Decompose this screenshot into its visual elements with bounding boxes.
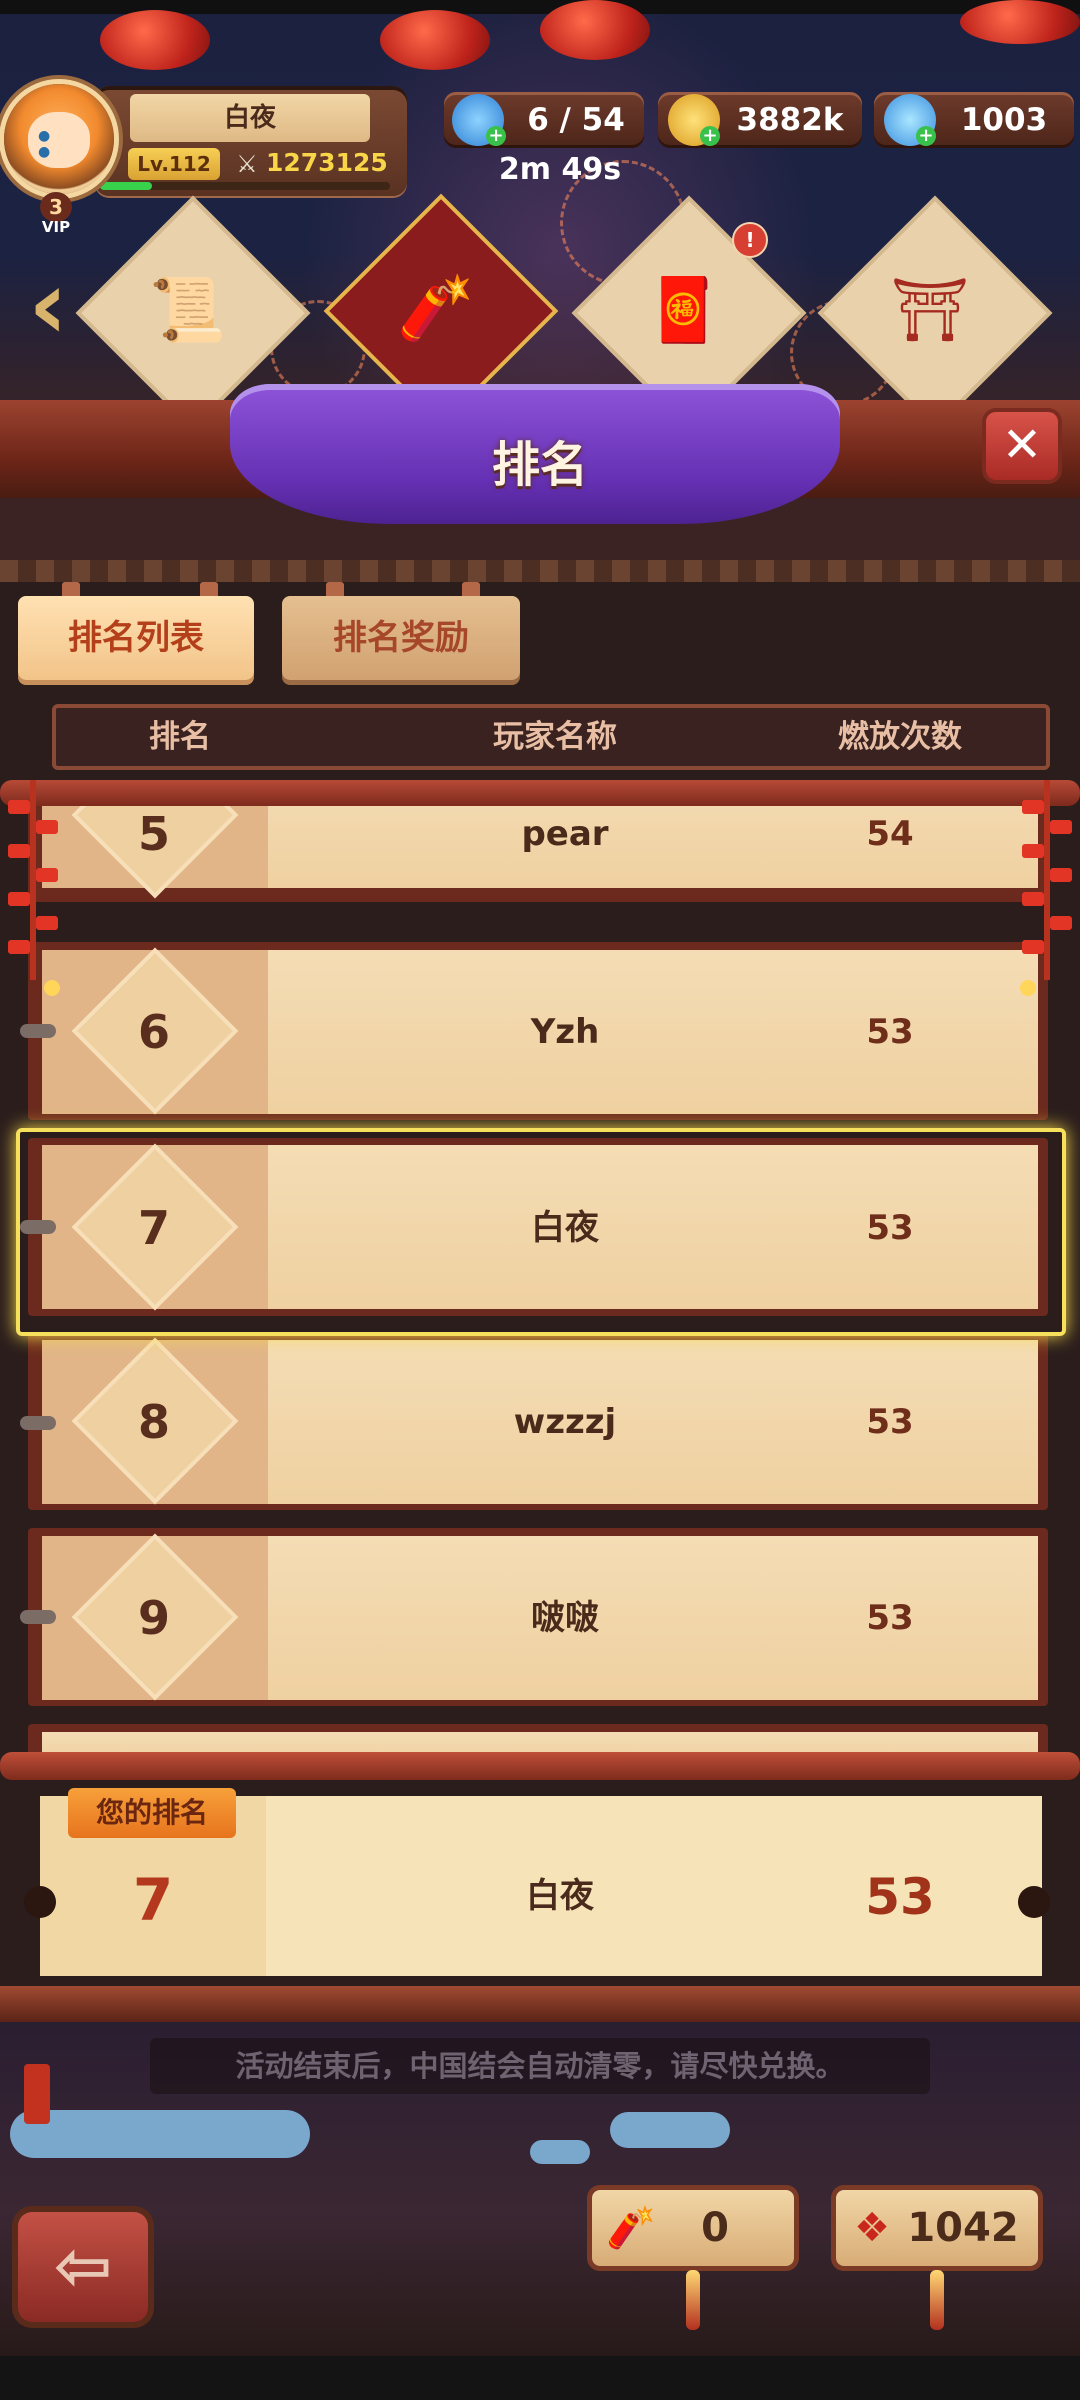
my-rank-number: 7 [132, 1866, 174, 1934]
player-level: Lv.112 [128, 148, 220, 180]
scroll-handle-left [24, 1886, 56, 1918]
xp-bar-fill [100, 182, 152, 190]
row-player-name: pear [521, 814, 609, 854]
my-player-name: 白夜 [526, 1876, 594, 1916]
crossed-swords-icon: ⚔ [236, 150, 258, 178]
row-hook [20, 1024, 56, 1038]
tab-ranking-rewards[interactable]: 排名奖励 [282, 596, 520, 680]
rank-number: 5 [137, 807, 170, 861]
event-notice: 活动结束后，中国结会自动清零，请尽快兑换。 [150, 2038, 930, 2094]
row-count: 54 [866, 814, 914, 854]
footer-rope [0, 1986, 1080, 2022]
header-launch-count: 燃放次数 [838, 719, 962, 755]
snow-decoration [610, 2112, 730, 2148]
firecracker-string-icon [1020, 780, 1072, 996]
chinese-knot-icon: ❖ [854, 2205, 890, 2251]
header-player-name: 玩家名称 [493, 719, 617, 755]
row-player-name: Yzh [530, 1012, 600, 1052]
selected-row-highlight [16, 1128, 1066, 1336]
add-stars-icon[interactable]: + [486, 126, 506, 146]
gems-value: 1003 [960, 102, 1048, 138]
row-count: 53 [866, 1402, 914, 1442]
my-launch-count: 53 [865, 1868, 935, 1926]
lantern-decoration [540, 0, 650, 60]
row-count: 53 [866, 1598, 914, 1638]
tassel-decoration [686, 2270, 700, 2330]
rank-number: 8 [137, 1395, 170, 1449]
firecracker-count: 0 [701, 2205, 729, 2251]
header-rank: 排名 [149, 719, 211, 755]
coins-value: 3882k [736, 102, 844, 138]
rank-number: 9 [137, 1591, 170, 1645]
add-coins-icon[interactable]: + [700, 126, 720, 146]
my-rank-tag: 您的排名 [68, 1788, 236, 1838]
page-title: 排名 [491, 437, 588, 493]
rope-divider [0, 560, 1080, 582]
tassel-decoration [930, 2270, 944, 2330]
tab-ranking-list[interactable]: 排名列表 [18, 596, 254, 680]
previous-arrow-icon[interactable]: ‹ [18, 250, 78, 360]
snow-decoration [530, 2140, 590, 2164]
notification-badge: ! [732, 222, 768, 258]
row-player-name: 啵啵 [531, 1598, 599, 1638]
firecracker-icon: 🧨 [397, 271, 475, 344]
firecracker-decoration-icon [24, 2064, 50, 2124]
rank-number: 6 [137, 1005, 170, 1059]
row-player-name: wzzzj [513, 1402, 617, 1442]
scroll-icon: 📜 [149, 273, 227, 346]
snow-decoration [10, 2110, 310, 2158]
lantern-decoration [960, 0, 1080, 44]
row-count: 53 [866, 1012, 914, 1052]
back-button[interactable]: ⇦ [18, 2212, 148, 2322]
stars-value: 6 / 54 [527, 102, 625, 138]
temple-gate-icon: ⛩ [890, 273, 970, 346]
close-button[interactable]: ✕ [986, 412, 1058, 480]
vip-label: VIP [41, 218, 71, 236]
scroll-handle-right [1018, 1886, 1050, 1918]
firecracker-string-icon [8, 780, 60, 996]
event-timer: 2m 49s [498, 152, 622, 187]
navigation-bar [0, 2356, 1080, 2400]
firecracker-icon: 🧨 [606, 2205, 656, 2251]
player-name: 白夜 [130, 94, 370, 142]
row-hook [20, 1610, 56, 1624]
list-top-rod [0, 780, 1080, 806]
row-hook [20, 1416, 56, 1430]
list-bottom-rod [0, 1752, 1080, 1780]
gift-bag-icon: 🧧 [645, 273, 723, 346]
add-gems-icon[interactable]: + [916, 126, 936, 146]
lantern-decoration [380, 10, 490, 70]
lantern-decoration [100, 10, 210, 70]
player-power: 1273125 [266, 148, 388, 177]
chinese-knot-count: 1042 [907, 2205, 1019, 2251]
avatar-eyes: ● ● [38, 128, 61, 160]
